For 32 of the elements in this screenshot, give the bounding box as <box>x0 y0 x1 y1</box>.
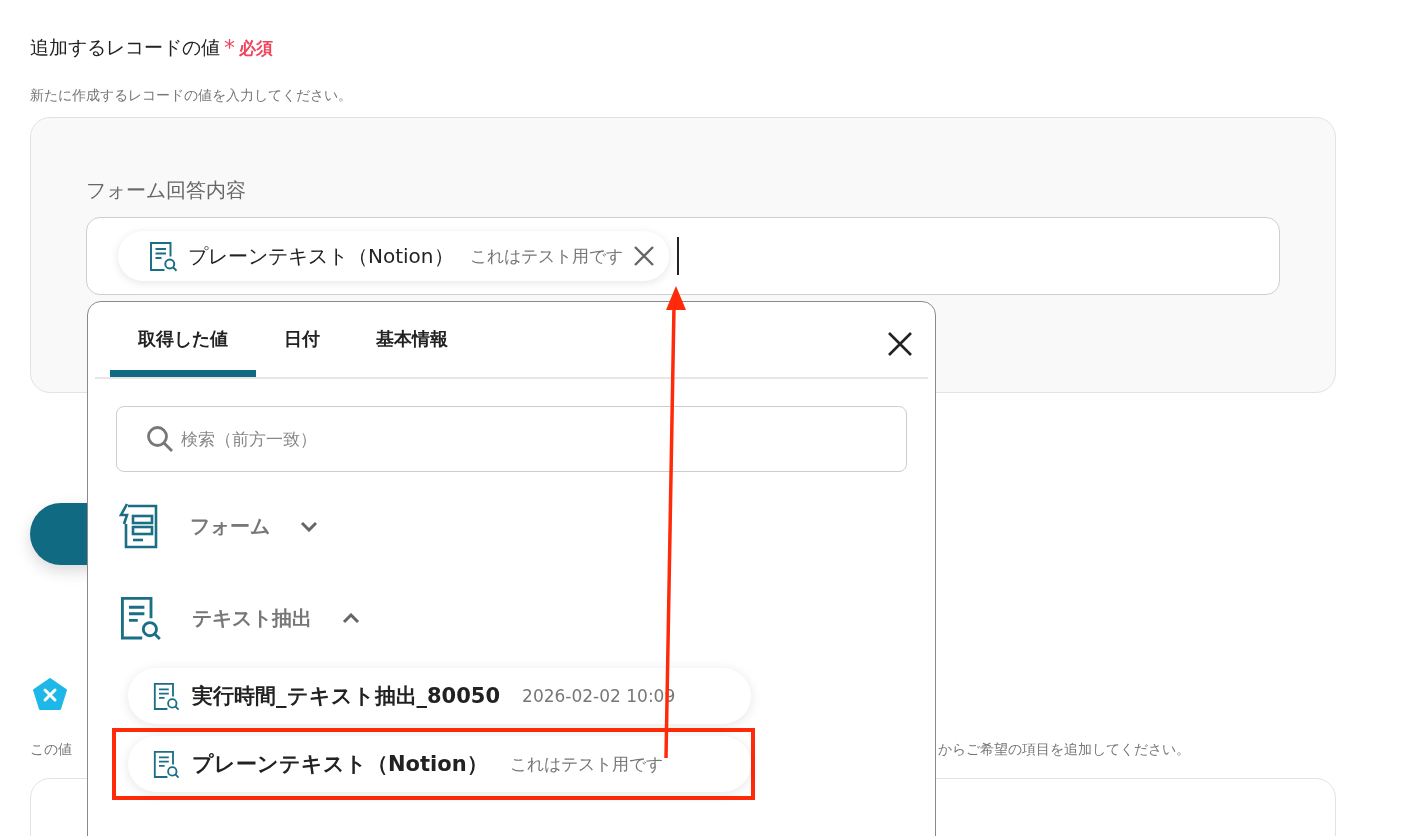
help-text: この値 <box>30 740 73 759</box>
value-item[interactable]: プレーンテキスト（Notion） これはテスト用です <box>128 736 751 792</box>
chevron-down-icon[interactable] <box>300 520 318 532</box>
picker-tab[interactable]: 取得した値 <box>110 301 256 377</box>
document-search-icon <box>152 680 180 712</box>
value-token[interactable]: プレーンテキスト（Notion） これはテスト用です <box>118 231 669 281</box>
group-label[interactable]: フォーム <box>190 512 270 540</box>
section-title: 追加するレコードの値 <box>30 35 220 60</box>
group-label[interactable]: テキスト抽出 <box>192 604 312 632</box>
required-label: 必須 <box>239 36 273 60</box>
required-mark: * <box>224 37 235 59</box>
section-description: 新たに作成するレコードの値を入力してください。 <box>30 86 353 105</box>
item-value: これはテスト用です <box>509 752 663 776</box>
search-icon <box>146 425 174 453</box>
text-cursor <box>676 237 679 275</box>
search-field[interactable]: 検索（前方一致） <box>116 406 907 472</box>
help-text: からご希望の項目を追加してください。 <box>938 740 1191 759</box>
close-button[interactable] <box>886 330 914 358</box>
remove-icon[interactable] <box>632 245 655 267</box>
input-field[interactable]: プレーンテキスト（Notion） これはテスト用です <box>86 217 1280 295</box>
document-search-icon <box>152 748 180 780</box>
picker-tab[interactable]: 日付 <box>256 301 348 377</box>
token-value: これはテスト用です <box>469 244 623 268</box>
input-label: フォーム回答内容 <box>86 177 247 204</box>
item-name: プレーンテキスト（Notion） <box>192 751 488 778</box>
form-icon <box>118 502 160 550</box>
document-search-icon <box>148 239 178 273</box>
token-name: プレーンテキスト（Notion） <box>188 242 454 270</box>
picker-tab[interactable]: 基本情報 <box>348 301 476 377</box>
pentagon-x-icon <box>33 678 67 711</box>
item-name: 実行時間_テキスト抽出_80050 <box>192 683 501 710</box>
chevron-up-icon[interactable] <box>342 612 360 624</box>
